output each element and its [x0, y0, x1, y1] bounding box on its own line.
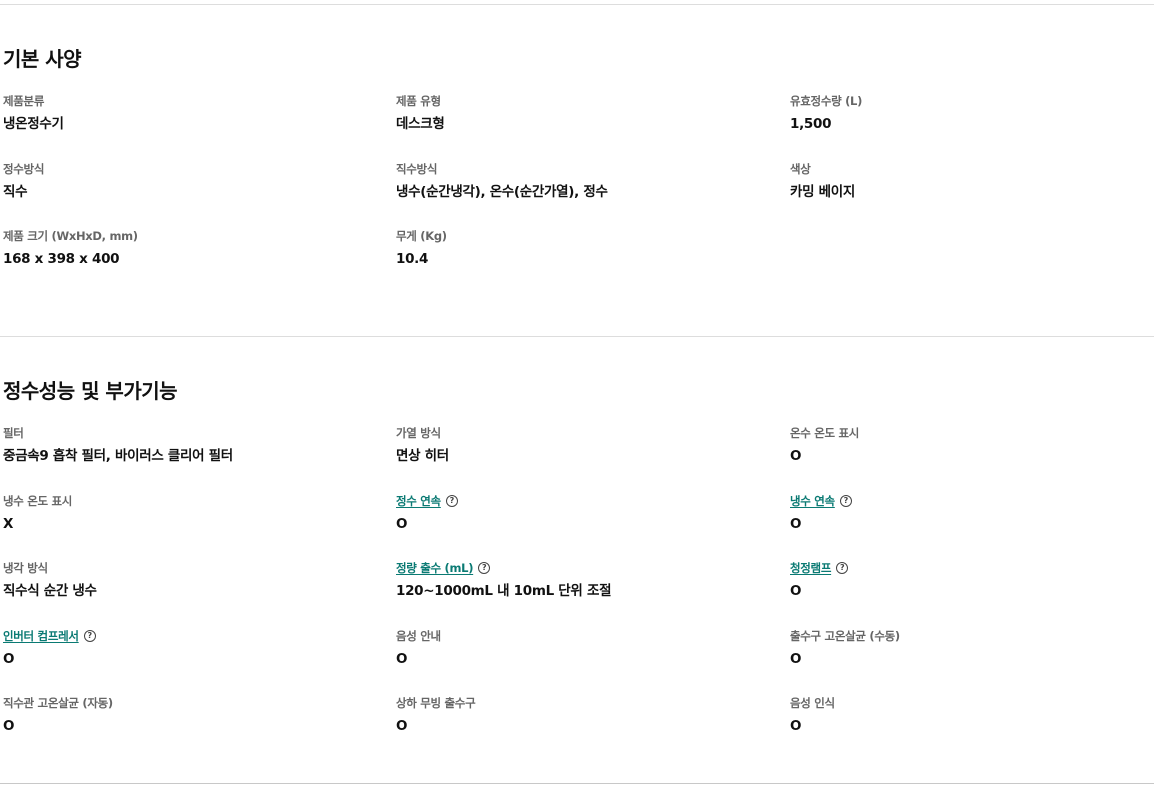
bottom-divider [0, 783, 1154, 784]
spec-item-voice-guide: 음성 안내 O [396, 628, 790, 696]
spec-item-hot-water-temp-display: 온수 온도 표시 O [790, 425, 1153, 493]
spec-item-purification-method: 정수방식 직수 [3, 161, 396, 229]
section-title-basic-spec: 기본 사양 [3, 47, 82, 71]
performance-section: 정수성능 및 부가기능 필터 중금속9 흡착 필터, 바이러스 클리어 필터 가… [3, 378, 1153, 763]
spec-label: 제품분류 [3, 94, 45, 108]
spec-value: O [790, 583, 802, 599]
spec-item-product-size: 제품 크기 (WxHxD, mm) 168 x 398 x 400 [3, 228, 396, 296]
spec-label: 무게 (Kg) [396, 229, 447, 243]
spec-label: 상하 무빙 출수구 [396, 696, 476, 710]
spec-item-filter: 필터 중금속9 흡착 필터, 바이러스 클리어 필터 [3, 425, 396, 493]
spec-label: 제품 유형 [396, 94, 441, 108]
spec-value: O [790, 650, 802, 667]
spec-label-link[interactable]: 냉수 연속 ? [790, 493, 1153, 509]
spec-label-link[interactable]: 청정램프 ? [790, 560, 1153, 576]
question-circle-icon[interactable]: ? [445, 494, 458, 507]
spec-value: 168 x 398 x 400 [3, 251, 120, 267]
section-divider [0, 336, 1154, 337]
spec-value: 냉수(순간냉각), 온수(순간가열), 정수 [396, 183, 608, 200]
spec-label: 유효정수량 (L) [790, 94, 863, 108]
spec-item-cold-water-temp-display: 냉수 온도 표시 X [3, 493, 396, 561]
spec-item-outlet-sterilization: 출수구 고온살균 (수동) O [790, 628, 1153, 696]
spec-value: 데스크형 [396, 116, 445, 132]
spec-value: O [790, 448, 802, 464]
spec-label: 필터 [3, 426, 24, 440]
spec-label-link[interactable]: 정량 출수 (mL) ? [396, 560, 790, 576]
basic-spec-section: 기본 사양 제품분류 냉온정수기 제품 유형 데스크형 유효정수량 (L) 1,… [3, 46, 1153, 296]
spec-item-clean-lamp: 청정램프 ? O [790, 560, 1153, 628]
spec-value: 중금속9 흡착 필터, 바이러스 클리어 필터 [3, 448, 233, 464]
spec-value: O [396, 718, 408, 734]
top-divider [0, 4, 1154, 5]
spec-item-weight: 무게 (Kg) 10.4 [396, 228, 790, 296]
spec-label: 음성 안내 [396, 628, 441, 643]
spec-value: 1,500 [790, 116, 832, 132]
spec-label: 출수구 고온살균 (수동) [790, 628, 900, 643]
spec-value: 냉온정수기 [3, 116, 64, 132]
spec-value: O [790, 718, 802, 734]
question-circle-icon[interactable]: ? [478, 562, 491, 574]
section-title-performance: 정수성능 및 부가기능 [3, 379, 178, 403]
spec-item-fixed-quantity-dispense: 정량 출수 (mL) ? 120~1000mL 내 10mL 단위 조절 [396, 560, 790, 628]
spec-value: X [3, 515, 14, 532]
spec-label: 온수 온도 표시 [790, 426, 860, 440]
spec-label: 음성 인식 [790, 696, 835, 710]
spec-item-voice-recognition: 음성 인식 O [790, 695, 1153, 763]
spec-label: 정수방식 [3, 161, 45, 176]
spec-item-pipe-sterilization: 직수관 고온살균 (자동) O [3, 695, 396, 763]
spec-item-effective-capacity: 유효정수량 (L) 1,500 [790, 93, 1153, 161]
spec-value: O [396, 515, 408, 532]
spec-label: 냉각 방식 [3, 561, 48, 575]
spec-value: 면상 히터 [396, 448, 449, 464]
spec-value: O [790, 515, 802, 532]
question-circle-icon[interactable]: ? [83, 629, 96, 642]
spec-label: 가열 방식 [396, 426, 441, 440]
spec-value: 직수식 순간 냉수 [3, 583, 97, 599]
spec-label-link[interactable]: 정수 연속 ? [396, 493, 790, 509]
spec-label: 색상 [790, 161, 811, 176]
spec-item-moving-outlet: 상하 무빙 출수구 O [396, 695, 790, 763]
question-circle-icon[interactable]: ? [836, 562, 849, 574]
spec-value: 카밍 베이지 [790, 183, 855, 200]
spec-item-continuous-purified-water: 정수 연속 ? O [396, 493, 790, 561]
spec-item-product-type: 제품 유형 데스크형 [396, 93, 790, 161]
spec-item-heating-method: 가열 방식 면상 히터 [396, 425, 790, 493]
spec-label: 직수관 고온살균 (자동) [3, 696, 113, 710]
spec-value: 120~1000mL 내 10mL 단위 조절 [396, 583, 612, 599]
spec-item-color: 색상 카밍 베이지 [790, 161, 1153, 229]
spec-value: 직수 [3, 183, 28, 200]
spec-value: O [3, 650, 15, 667]
spec-item-product-category: 제품분류 냉온정수기 [3, 93, 396, 161]
spec-label-link[interactable]: 인버터 컴프레서 ? [3, 628, 396, 644]
performance-grid: 필터 중금속9 흡착 필터, 바이러스 클리어 필터 가열 방식 면상 히터 온… [3, 425, 1153, 763]
spec-value: O [396, 650, 408, 667]
question-circle-icon[interactable]: ? [839, 494, 852, 507]
spec-label: 냉수 온도 표시 [3, 493, 73, 508]
spec-item-inverter-compressor: 인버터 컴프레서 ? O [3, 628, 396, 696]
basic-spec-grid: 제품분류 냉온정수기 제품 유형 데스크형 유효정수량 (L) 1,500 정수… [3, 93, 1153, 296]
spec-label: 직수방식 [396, 161, 438, 176]
spec-value: O [3, 718, 15, 734]
spec-label: 제품 크기 (WxHxD, mm) [3, 229, 138, 243]
spec-item-continuous-cold-water: 냉수 연속 ? O [790, 493, 1153, 561]
spec-item-direct-water-method: 직수방식 냉수(순간냉각), 온수(순간가열), 정수 [396, 161, 790, 229]
spec-value: 10.4 [396, 251, 429, 267]
spec-item-cooling-method: 냉각 방식 직수식 순간 냉수 [3, 560, 396, 628]
